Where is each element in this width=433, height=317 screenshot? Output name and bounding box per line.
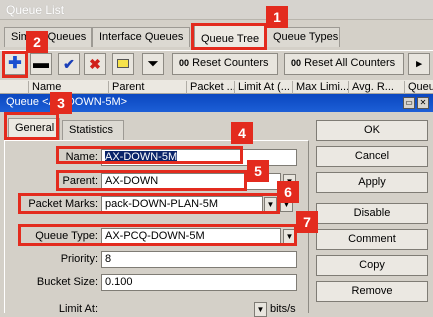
highlight-packet-marks bbox=[18, 193, 280, 214]
apply-button[interactable]: Apply bbox=[316, 172, 428, 193]
chevron-right-icon: ▸ bbox=[416, 58, 422, 70]
window-title: Queue List bbox=[6, 3, 65, 17]
reset-counters-label: Reset Counters bbox=[192, 57, 269, 69]
close-button[interactable]: ✕ bbox=[417, 97, 429, 109]
copy-button[interactable]: Copy bbox=[316, 255, 428, 276]
column-avg-rate[interactable]: Avg. R... bbox=[348, 81, 404, 94]
annotation-badge-4: 4 bbox=[231, 122, 253, 144]
bucket-size-field[interactable]: 0.100 bbox=[101, 274, 297, 291]
highlight-name bbox=[56, 146, 243, 164]
annotation-badge-5: 5 bbox=[247, 160, 269, 182]
comment-dialog-button[interactable]: Comment bbox=[316, 229, 428, 250]
funnel-icon: ⏷ bbox=[147, 56, 159, 71]
bucket-size-value: 0.100 bbox=[105, 276, 133, 288]
tab-statistics-label: Statistics bbox=[69, 124, 114, 136]
column-parent[interactable]: Parent bbox=[108, 81, 186, 94]
check-icon: ✔ bbox=[63, 56, 75, 72]
cancel-button[interactable]: Cancel bbox=[316, 146, 428, 167]
window-titlebar: Queue List bbox=[0, 0, 433, 20]
reset-icon: 00 bbox=[179, 58, 190, 68]
annotation-badge-1: 1 bbox=[266, 6, 288, 28]
column-queued[interactable]: Queue... bbox=[404, 81, 433, 94]
filter-button[interactable]: ⏷ bbox=[142, 53, 164, 75]
tab-label: Queue Types bbox=[273, 31, 339, 43]
remove-dialog-button[interactable]: Remove bbox=[316, 281, 428, 302]
minimize-button[interactable]: ▭ bbox=[403, 97, 415, 109]
column-max-limit[interactable]: Max Limi... bbox=[292, 81, 348, 94]
highlight-add-button bbox=[2, 51, 28, 78]
disable-button[interactable]: ✖ bbox=[84, 53, 106, 75]
x-icon: ✖ bbox=[89, 56, 101, 72]
limit-at-label: Limit At: bbox=[58, 303, 98, 315]
disable-dialog-button[interactable]: Disable bbox=[316, 203, 428, 224]
priority-label: Priority: bbox=[60, 253, 98, 265]
limit-at-dropdown-button[interactable]: ▼ bbox=[254, 302, 267, 317]
annotation-badge-7: 7 bbox=[296, 211, 318, 233]
highlight-parent bbox=[56, 170, 247, 191]
highlight-general-tab bbox=[4, 112, 59, 140]
ok-button[interactable]: OK bbox=[316, 120, 428, 141]
limit-at-unit: bits/s bbox=[270, 303, 296, 315]
remove-button[interactable]: ▬ bbox=[30, 53, 52, 75]
bucket-size-label: Bucket Size: bbox=[36, 276, 98, 288]
enable-button[interactable]: ✔ bbox=[58, 53, 80, 75]
tab-label: Simple Queues bbox=[11, 31, 87, 43]
annotation-badge-2: 2 bbox=[26, 31, 48, 53]
reset-all-counters-button[interactable]: 00 Reset All Counters bbox=[284, 53, 404, 75]
column-packet-marks[interactable]: Packet ... bbox=[186, 81, 234, 94]
reset-all-counters-label: Reset All Counters bbox=[304, 57, 396, 69]
note-icon bbox=[117, 59, 129, 68]
tab-interface-queues[interactable]: Interface Queues bbox=[92, 27, 190, 47]
priority-field[interactable]: 8 bbox=[101, 251, 297, 268]
column-limit-at[interactable]: Limit At (... bbox=[234, 81, 292, 94]
minus-icon: ▬ bbox=[33, 55, 49, 72]
highlight-queue-tree bbox=[191, 23, 267, 50]
highlight-queue-type bbox=[18, 224, 297, 246]
priority-value: 8 bbox=[105, 253, 112, 265]
reset-all-icon: 00 bbox=[291, 58, 302, 68]
annotation-badge-6: 6 bbox=[277, 181, 299, 203]
annotation-badge-3: 3 bbox=[50, 92, 72, 114]
tab-queue-types[interactable]: Queue Types bbox=[266, 27, 340, 47]
reset-counters-button[interactable]: 00 Reset Counters bbox=[172, 53, 278, 75]
tab-statistics[interactable]: Statistics bbox=[62, 120, 124, 140]
comment-button[interactable] bbox=[112, 53, 134, 75]
close-icon: ✕ bbox=[419, 98, 427, 107]
minimize-icon: ▭ bbox=[405, 98, 413, 107]
more-button[interactable]: ▸ bbox=[408, 53, 430, 75]
tab-simple-queues[interactable]: Simple Queues bbox=[4, 27, 92, 47]
tab-label: Interface Queues bbox=[99, 31, 184, 43]
